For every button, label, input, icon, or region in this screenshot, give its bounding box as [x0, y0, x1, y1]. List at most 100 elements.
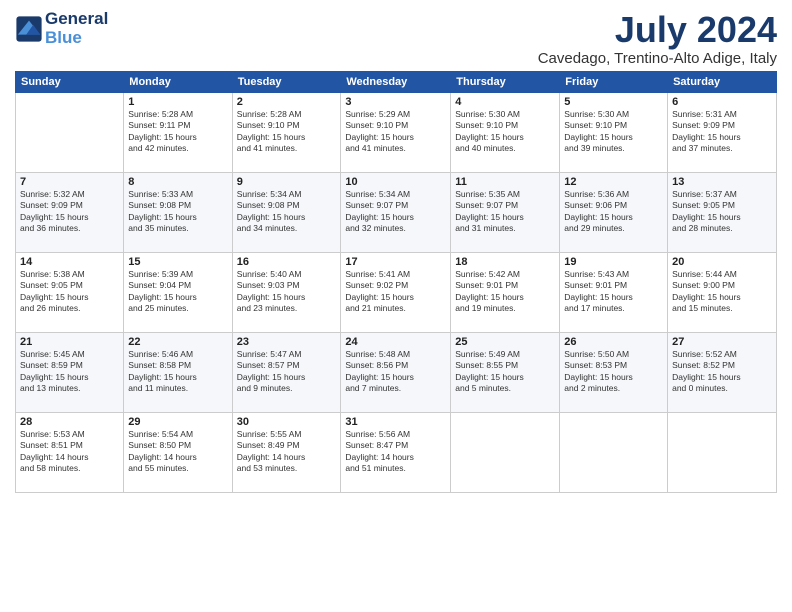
day-number: 7: [20, 176, 119, 188]
calendar-cell: 17Sunrise: 5:41 AM Sunset: 9:02 PM Dayli…: [341, 252, 451, 332]
day-info: Sunrise: 5:54 AM Sunset: 8:50 PM Dayligh…: [128, 429, 227, 475]
day-number: 21: [20, 336, 119, 348]
header: General Blue July 2024 Cavedago, Trentin…: [15, 10, 777, 67]
day-info: Sunrise: 5:48 AM Sunset: 8:56 PM Dayligh…: [345, 349, 446, 395]
calendar-cell: 9Sunrise: 5:34 AM Sunset: 9:08 PM Daylig…: [232, 172, 341, 252]
logo-icon: [15, 15, 43, 43]
day-number: 25: [455, 336, 555, 348]
day-number: 24: [345, 336, 446, 348]
calendar-cell: 14Sunrise: 5:38 AM Sunset: 9:05 PM Dayli…: [16, 252, 124, 332]
calendar-cell: 6Sunrise: 5:31 AM Sunset: 9:09 PM Daylig…: [668, 92, 777, 172]
calendar-cell: [668, 412, 777, 492]
calendar-cell: 24Sunrise: 5:48 AM Sunset: 8:56 PM Dayli…: [341, 332, 451, 412]
day-number: 20: [672, 256, 772, 268]
day-info: Sunrise: 5:41 AM Sunset: 9:02 PM Dayligh…: [345, 269, 446, 315]
week-row-3: 14Sunrise: 5:38 AM Sunset: 9:05 PM Dayli…: [16, 252, 777, 332]
day-number: 13: [672, 176, 772, 188]
day-info: Sunrise: 5:30 AM Sunset: 9:10 PM Dayligh…: [455, 109, 555, 155]
day-number: 23: [237, 336, 337, 348]
logo-text: General Blue: [45, 10, 108, 47]
calendar-cell: 27Sunrise: 5:52 AM Sunset: 8:52 PM Dayli…: [668, 332, 777, 412]
day-info: Sunrise: 5:46 AM Sunset: 8:58 PM Dayligh…: [128, 349, 227, 395]
logo: General Blue: [15, 10, 108, 47]
calendar-cell: 23Sunrise: 5:47 AM Sunset: 8:57 PM Dayli…: [232, 332, 341, 412]
calendar-cell: 31Sunrise: 5:56 AM Sunset: 8:47 PM Dayli…: [341, 412, 451, 492]
day-number: 2: [237, 96, 337, 108]
day-number: 28: [20, 416, 119, 428]
calendar-cell: 18Sunrise: 5:42 AM Sunset: 9:01 PM Dayli…: [451, 252, 560, 332]
day-info: Sunrise: 5:53 AM Sunset: 8:51 PM Dayligh…: [20, 429, 119, 475]
day-info: Sunrise: 5:55 AM Sunset: 8:49 PM Dayligh…: [237, 429, 337, 475]
day-number: 6: [672, 96, 772, 108]
week-row-1: 1Sunrise: 5:28 AM Sunset: 9:11 PM Daylig…: [16, 92, 777, 172]
calendar-cell: [560, 412, 668, 492]
day-info: Sunrise: 5:52 AM Sunset: 8:52 PM Dayligh…: [672, 349, 772, 395]
calendar-cell: 20Sunrise: 5:44 AM Sunset: 9:00 PM Dayli…: [668, 252, 777, 332]
day-info: Sunrise: 5:30 AM Sunset: 9:10 PM Dayligh…: [564, 109, 663, 155]
calendar-cell: 30Sunrise: 5:55 AM Sunset: 8:49 PM Dayli…: [232, 412, 341, 492]
column-header-wednesday: Wednesday: [341, 71, 451, 92]
day-number: 30: [237, 416, 337, 428]
day-number: 14: [20, 256, 119, 268]
day-number: 5: [564, 96, 663, 108]
calendar-cell: 21Sunrise: 5:45 AM Sunset: 8:59 PM Dayli…: [16, 332, 124, 412]
week-row-4: 21Sunrise: 5:45 AM Sunset: 8:59 PM Dayli…: [16, 332, 777, 412]
calendar-cell: 16Sunrise: 5:40 AM Sunset: 9:03 PM Dayli…: [232, 252, 341, 332]
calendar-cell: 8Sunrise: 5:33 AM Sunset: 9:08 PM Daylig…: [124, 172, 232, 252]
calendar-cell: 10Sunrise: 5:34 AM Sunset: 9:07 PM Dayli…: [341, 172, 451, 252]
month-year: July 2024: [538, 10, 777, 50]
calendar-cell: [451, 412, 560, 492]
day-info: Sunrise: 5:38 AM Sunset: 9:05 PM Dayligh…: [20, 269, 119, 315]
header-row: SundayMondayTuesdayWednesdayThursdayFrid…: [16, 71, 777, 92]
day-number: 9: [237, 176, 337, 188]
calendar-cell: 1Sunrise: 5:28 AM Sunset: 9:11 PM Daylig…: [124, 92, 232, 172]
day-info: Sunrise: 5:47 AM Sunset: 8:57 PM Dayligh…: [237, 349, 337, 395]
week-row-5: 28Sunrise: 5:53 AM Sunset: 8:51 PM Dayli…: [16, 412, 777, 492]
calendar-cell: 19Sunrise: 5:43 AM Sunset: 9:01 PM Dayli…: [560, 252, 668, 332]
day-number: 4: [455, 96, 555, 108]
day-number: 1: [128, 96, 227, 108]
day-info: Sunrise: 5:49 AM Sunset: 8:55 PM Dayligh…: [455, 349, 555, 395]
column-header-sunday: Sunday: [16, 71, 124, 92]
day-info: Sunrise: 5:29 AM Sunset: 9:10 PM Dayligh…: [345, 109, 446, 155]
day-info: Sunrise: 5:28 AM Sunset: 9:11 PM Dayligh…: [128, 109, 227, 155]
calendar-cell: 25Sunrise: 5:49 AM Sunset: 8:55 PM Dayli…: [451, 332, 560, 412]
day-number: 15: [128, 256, 227, 268]
week-row-2: 7Sunrise: 5:32 AM Sunset: 9:09 PM Daylig…: [16, 172, 777, 252]
day-number: 8: [128, 176, 227, 188]
calendar-cell: 12Sunrise: 5:36 AM Sunset: 9:06 PM Dayli…: [560, 172, 668, 252]
column-header-tuesday: Tuesday: [232, 71, 341, 92]
day-info: Sunrise: 5:32 AM Sunset: 9:09 PM Dayligh…: [20, 189, 119, 235]
day-info: Sunrise: 5:42 AM Sunset: 9:01 PM Dayligh…: [455, 269, 555, 315]
page: General Blue July 2024 Cavedago, Trentin…: [0, 0, 792, 503]
day-info: Sunrise: 5:31 AM Sunset: 9:09 PM Dayligh…: [672, 109, 772, 155]
day-number: 29: [128, 416, 227, 428]
day-number: 11: [455, 176, 555, 188]
day-info: Sunrise: 5:33 AM Sunset: 9:08 PM Dayligh…: [128, 189, 227, 235]
calendar-cell: 3Sunrise: 5:29 AM Sunset: 9:10 PM Daylig…: [341, 92, 451, 172]
day-number: 17: [345, 256, 446, 268]
day-number: 16: [237, 256, 337, 268]
column-header-monday: Monday: [124, 71, 232, 92]
day-info: Sunrise: 5:34 AM Sunset: 9:08 PM Dayligh…: [237, 189, 337, 235]
day-info: Sunrise: 5:40 AM Sunset: 9:03 PM Dayligh…: [237, 269, 337, 315]
day-info: Sunrise: 5:56 AM Sunset: 8:47 PM Dayligh…: [345, 429, 446, 475]
day-number: 26: [564, 336, 663, 348]
calendar-cell: 22Sunrise: 5:46 AM Sunset: 8:58 PM Dayli…: [124, 332, 232, 412]
day-info: Sunrise: 5:43 AM Sunset: 9:01 PM Dayligh…: [564, 269, 663, 315]
location: Cavedago, Trentino-Alto Adige, Italy: [538, 50, 777, 67]
day-number: 18: [455, 256, 555, 268]
day-info: Sunrise: 5:28 AM Sunset: 9:10 PM Dayligh…: [237, 109, 337, 155]
day-number: 22: [128, 336, 227, 348]
calendar-cell: 15Sunrise: 5:39 AM Sunset: 9:04 PM Dayli…: [124, 252, 232, 332]
calendar-cell: 2Sunrise: 5:28 AM Sunset: 9:10 PM Daylig…: [232, 92, 341, 172]
calendar-cell: [16, 92, 124, 172]
calendar-table: SundayMondayTuesdayWednesdayThursdayFrid…: [15, 71, 777, 493]
day-number: 31: [345, 416, 446, 428]
column-header-thursday: Thursday: [451, 71, 560, 92]
day-info: Sunrise: 5:37 AM Sunset: 9:05 PM Dayligh…: [672, 189, 772, 235]
day-info: Sunrise: 5:50 AM Sunset: 8:53 PM Dayligh…: [564, 349, 663, 395]
day-info: Sunrise: 5:35 AM Sunset: 9:07 PM Dayligh…: [455, 189, 555, 235]
calendar-cell: 5Sunrise: 5:30 AM Sunset: 9:10 PM Daylig…: [560, 92, 668, 172]
day-number: 3: [345, 96, 446, 108]
